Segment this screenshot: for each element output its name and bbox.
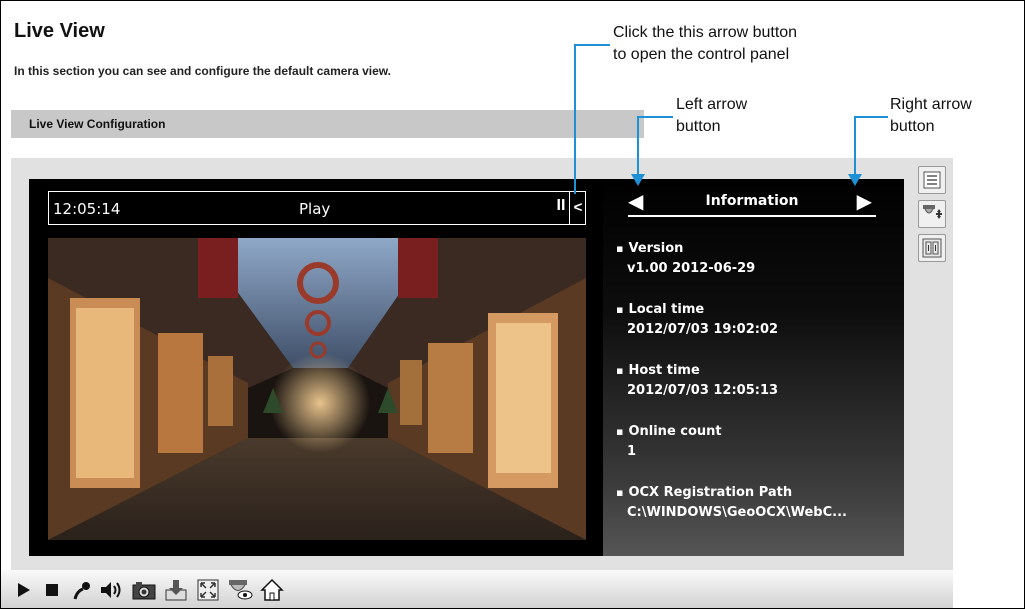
- info-key: Local time: [616, 302, 896, 317]
- info-item-local-time: Local time 2012/07/03 19:02:02: [616, 302, 896, 363]
- info-value: 2012/07/03 12:05:13: [627, 383, 779, 398]
- info-key: Host time: [616, 363, 896, 378]
- annotation-open-panel: Click the this arrow button to open the …: [613, 22, 797, 66]
- info-item-version: Version v1.00 2012-06-29: [616, 241, 896, 302]
- player-toolbar: [1, 570, 953, 608]
- info-list: Version v1.00 2012-06-29 Local time 2012…: [616, 241, 896, 546]
- info-value: 1: [627, 444, 637, 459]
- camera-video-feed[interactable]: [48, 238, 586, 540]
- config-section-label: Live View Configuration: [29, 117, 166, 131]
- pause-button[interactable]: II: [554, 197, 568, 219]
- info-key: Online count: [616, 424, 896, 439]
- play-icon[interactable]: [9, 576, 39, 604]
- arcade-scene-image: [48, 238, 586, 540]
- config-section-header: Live View Configuration: [11, 110, 644, 138]
- annotation-pointer-h: [574, 44, 610, 46]
- annotation-arrowhead: [631, 174, 645, 186]
- annotation-pointer-v: [574, 44, 576, 194]
- annotation-right-arrow: Right arrow button: [890, 94, 972, 138]
- annotation-pointer-v: [637, 116, 639, 182]
- annotation-pointer-h: [637, 116, 673, 118]
- info-value: 2012/07/03 19:02:02: [627, 322, 779, 337]
- home-icon[interactable]: [257, 576, 287, 604]
- info-key: Version: [616, 241, 896, 256]
- info-key: OCX Registration Path: [616, 485, 896, 500]
- player-time: 12:05:14: [53, 200, 121, 218]
- info-value: v1.00 2012-06-29: [627, 261, 756, 276]
- stop-icon[interactable]: [37, 576, 67, 604]
- info-panel-nav: ◀ Information ▶: [628, 188, 876, 218]
- player-status-bar: 12:05:14 Play II <: [48, 191, 586, 225]
- info-panel-underline: [628, 215, 876, 217]
- right-arrow-button[interactable]: ▶: [857, 192, 872, 212]
- io-control-icon[interactable]: [918, 234, 946, 262]
- annotation-left-arrow: Left arrow button: [676, 94, 747, 138]
- annotation-pointer-h: [854, 116, 888, 118]
- info-value: C:\WINDOWS\GeoOCX\WebC...: [627, 505, 847, 520]
- annotation-arrowhead: [848, 174, 862, 186]
- speaker-icon[interactable]: [97, 576, 127, 604]
- info-panel-title: Information: [705, 193, 799, 209]
- info-item-host-time: Host time 2012/07/03 12:05:13: [616, 363, 896, 424]
- page-description: In this section you can see and configur…: [14, 64, 391, 78]
- annotation-line-2: to open the control panel: [613, 46, 790, 63]
- snapshot-icon[interactable]: [129, 576, 159, 604]
- microphone-icon[interactable]: [67, 576, 97, 604]
- annotation-line-2: button: [890, 118, 935, 135]
- list-icon[interactable]: [918, 166, 946, 194]
- annotation-line-2: button: [676, 118, 721, 135]
- side-button-group: [914, 162, 950, 280]
- ptz-camera-icon[interactable]: [918, 200, 946, 228]
- annotation-line-1: Click the this arrow button: [613, 24, 798, 41]
- annotation-line-1: Left arrow: [676, 96, 748, 113]
- open-panel-button[interactable]: <: [569, 192, 586, 224]
- page-title: Live View: [14, 20, 105, 42]
- annotation-pointer-v: [854, 116, 856, 182]
- info-item-ocx-path: OCX Registration Path C:\WINDOWS\GeoOCX\…: [616, 485, 896, 546]
- info-item-online-count: Online count 1: [616, 424, 896, 485]
- fullscreen-icon[interactable]: [193, 576, 223, 604]
- camera-view-icon[interactable]: [225, 576, 255, 604]
- annotation-line-1: Right arrow: [890, 96, 972, 113]
- download-icon[interactable]: [161, 576, 191, 604]
- player-state: Play: [299, 200, 331, 218]
